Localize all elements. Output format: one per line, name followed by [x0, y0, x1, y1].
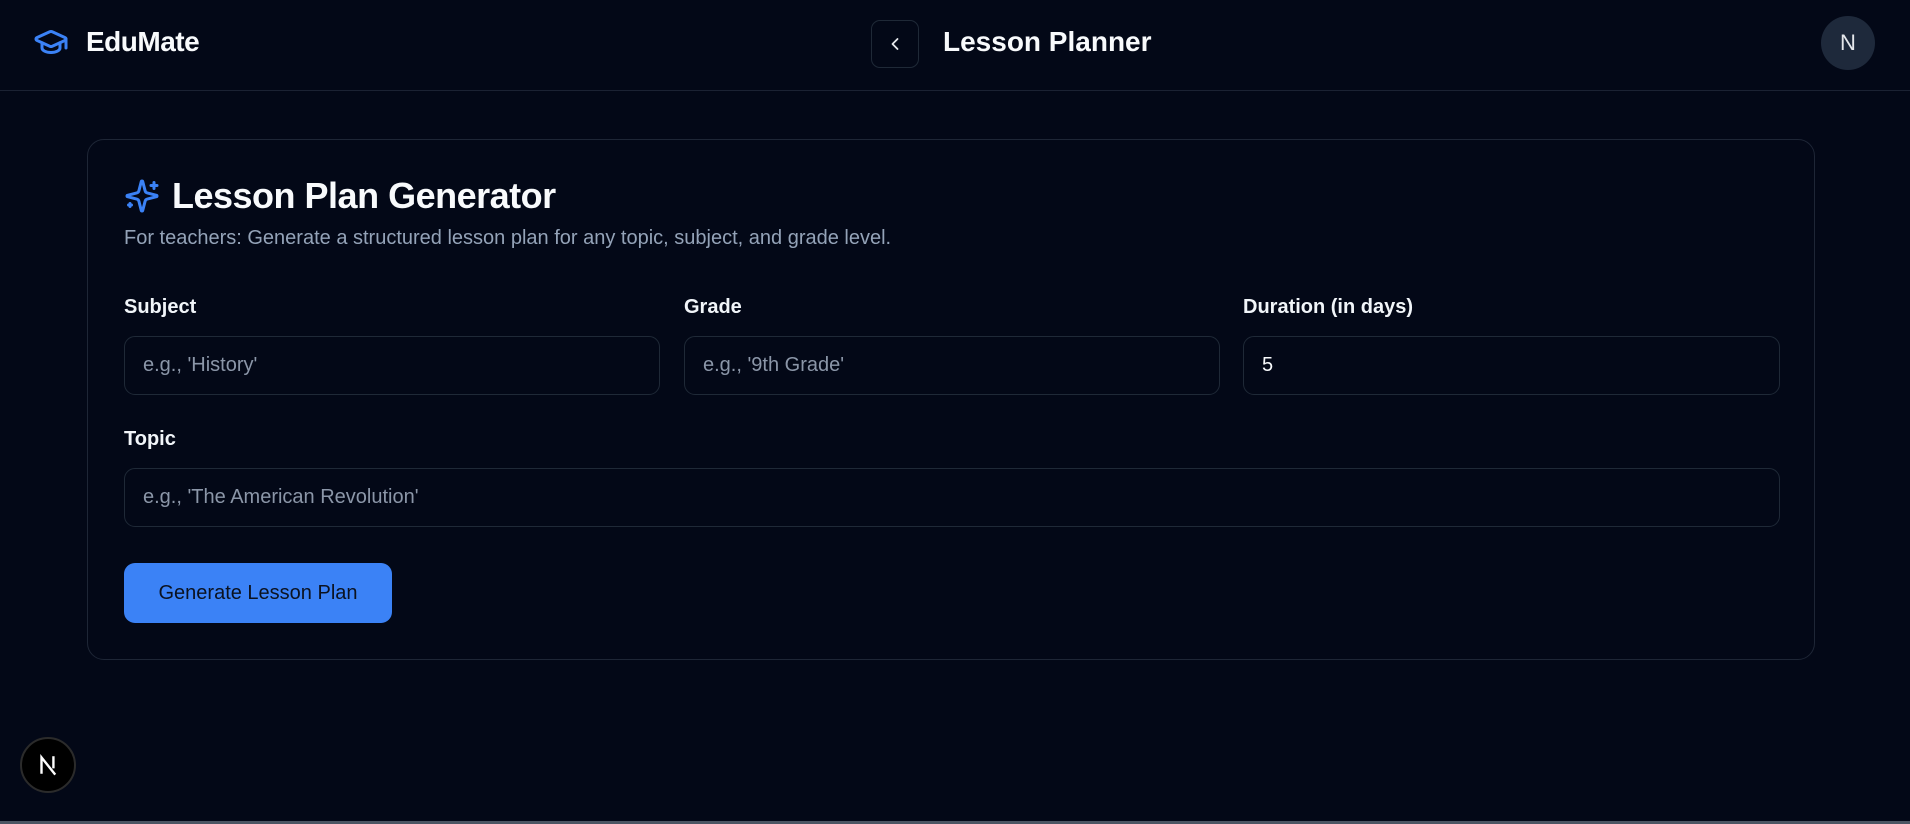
grade-label: Grade — [684, 296, 742, 318]
subject-input[interactable] — [124, 336, 660, 395]
card-title-row: Lesson Plan Generator — [124, 175, 556, 217]
sparkles-icon — [125, 179, 159, 213]
top-header: EduMate Lesson Planner N — [0, 0, 1910, 91]
grade-input[interactable] — [684, 336, 1220, 395]
card-subtitle: For teachers: Generate a structured less… — [124, 227, 892, 249]
graduation-cap-icon — [34, 30, 68, 54]
lesson-plan-card: Lesson Plan Generator For teachers: Gene… — [87, 139, 1815, 660]
avatar[interactable]: N — [1821, 16, 1875, 70]
back-button[interactable] — [871, 20, 919, 68]
card-title: Lesson Plan Generator — [172, 175, 556, 216]
brand[interactable]: EduMate — [28, 24, 200, 60]
topic-input[interactable] — [124, 468, 1780, 527]
chevron-left-icon — [891, 38, 899, 50]
duration-input[interactable] — [1243, 336, 1780, 395]
brand-name: EduMate — [86, 26, 200, 57]
nextjs-icon — [40, 754, 57, 776]
subject-label: Subject — [124, 296, 197, 318]
generate-lesson-plan-button[interactable]: Generate Lesson Plan — [124, 563, 392, 623]
duration-label: Duration (in days) — [1243, 296, 1414, 318]
nextjs-dev-badge[interactable] — [20, 737, 76, 793]
page-title: Lesson Planner — [943, 26, 1152, 57]
topic-label: Topic — [124, 428, 176, 450]
